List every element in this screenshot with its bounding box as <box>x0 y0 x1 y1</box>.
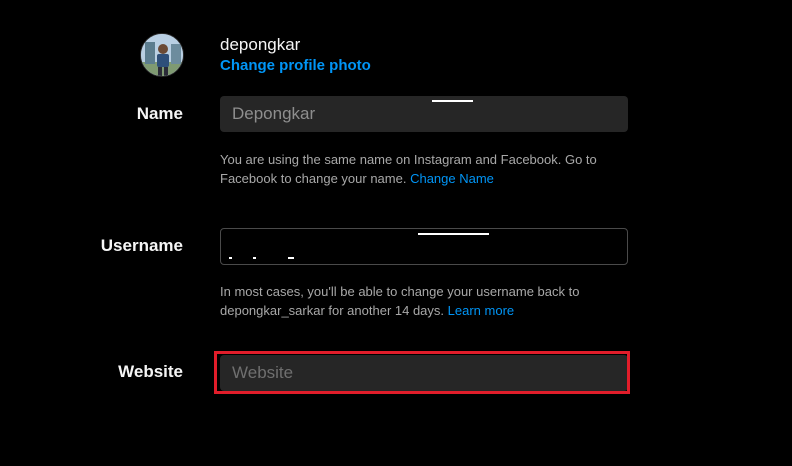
name-field[interactable]: Depongkar <box>220 96 628 132</box>
username-label: Username <box>100 236 183 255</box>
name-help-message: You are using the same name on Instagram… <box>220 152 597 186</box>
username-help-message: In most cases, you'll be able to change … <box>220 284 580 318</box>
username-help-text: In most cases, you'll be able to change … <box>220 282 620 320</box>
change-name-link[interactable]: Change Name <box>410 171 494 186</box>
profile-username: depongkar <box>220 35 301 54</box>
redaction-mark <box>229 257 232 259</box>
profile-header: depongkar Change profile photo <box>220 34 371 75</box>
redaction-mark <box>418 233 489 235</box>
redaction-mark <box>432 100 473 102</box>
website-label: Website <box>118 362 183 381</box>
edit-profile-page: depongkar Change profile photo Name Depo… <box>0 0 792 466</box>
learn-more-link[interactable]: Learn more <box>448 303 514 318</box>
avatar[interactable] <box>140 33 184 77</box>
name-label: Name <box>136 104 183 123</box>
change-profile-photo-link[interactable]: Change profile photo <box>220 57 371 75</box>
redaction-mark <box>288 257 294 259</box>
name-field-value: Depongkar <box>232 104 316 123</box>
name-help-text: You are using the same name on Instagram… <box>220 150 620 188</box>
website-field[interactable]: Website <box>220 355 628 391</box>
redaction-mark <box>253 257 256 259</box>
website-placeholder: Website <box>232 363 294 382</box>
profile-photo-icon <box>141 34 183 76</box>
